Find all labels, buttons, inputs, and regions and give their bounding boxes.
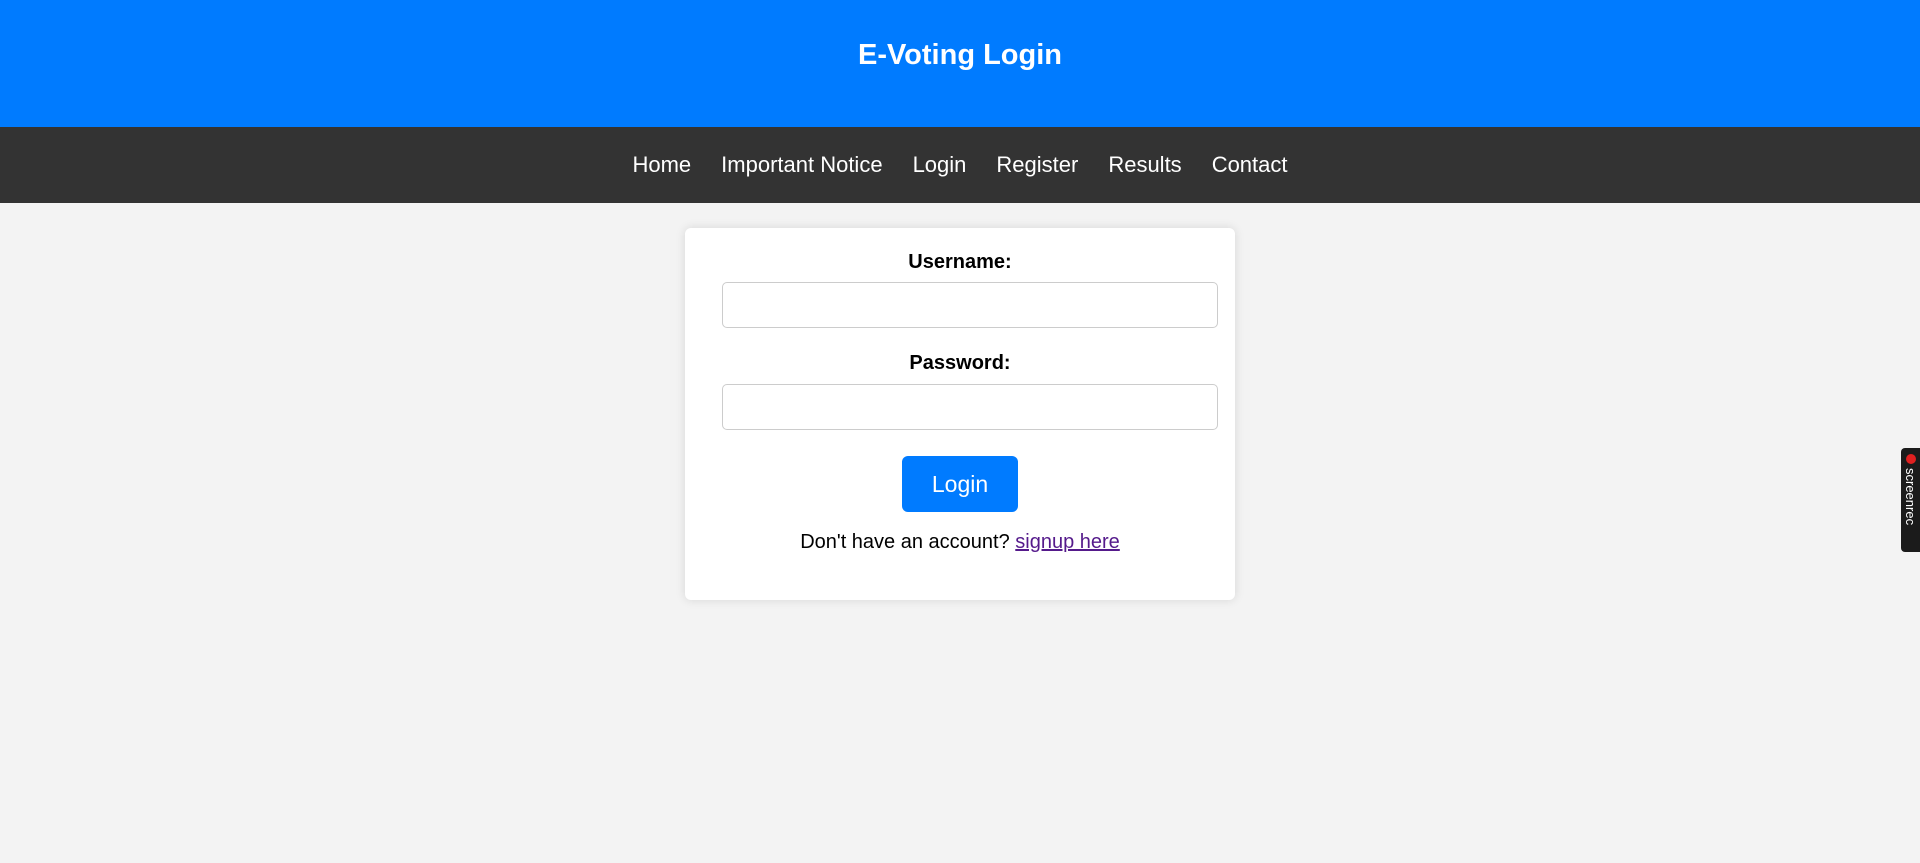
login-form-card: Username: Password: Login Don't have an …: [685, 228, 1235, 600]
nav-contact-link[interactable]: Contact: [1212, 152, 1288, 178]
page-title: E-Voting Login: [857, 39, 1063, 71]
signup-row: Don't have an account? signup here: [685, 531, 1235, 554]
page-header: E-Voting Login: [0, 0, 1920, 127]
nav-register-link[interactable]: Register: [996, 152, 1078, 178]
nav-home-link[interactable]: Home: [632, 152, 691, 178]
screenrec-label: screenrec: [1903, 468, 1918, 526]
password-label: Password:: [909, 352, 1011, 374]
username-input[interactable]: [722, 282, 1218, 328]
screenrec-widget[interactable]: screenrec: [1901, 448, 1920, 552]
signup-prompt: Don't have an account?: [800, 531, 1010, 553]
main-nav: Home Important Notice Login Register Res…: [0, 127, 1920, 203]
record-dot-icon: [1906, 454, 1916, 464]
password-input[interactable]: [722, 384, 1218, 430]
nav-important-notice-link[interactable]: Important Notice: [721, 152, 882, 178]
nav-results-link[interactable]: Results: [1108, 152, 1181, 178]
login-button[interactable]: Login: [902, 456, 1018, 512]
signup-link[interactable]: signup here: [1015, 531, 1120, 553]
nav-login-link[interactable]: Login: [913, 152, 967, 178]
username-label: Username:: [908, 251, 1012, 273]
